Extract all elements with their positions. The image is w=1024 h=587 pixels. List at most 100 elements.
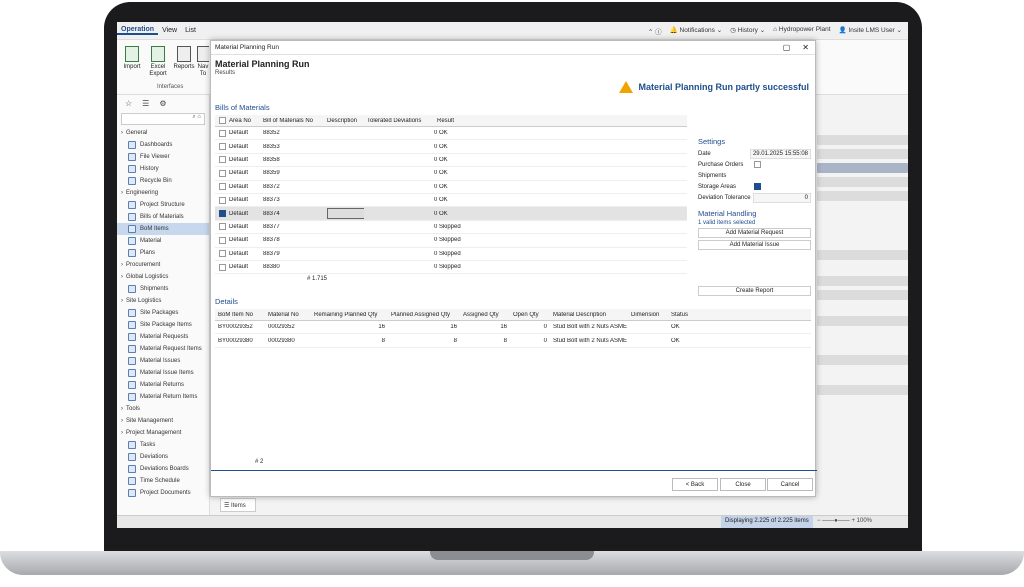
row-checkbox[interactable] bbox=[219, 223, 226, 231]
select-all-checkbox[interactable] bbox=[219, 117, 226, 124]
reports-button[interactable]: Reports bbox=[171, 46, 197, 71]
sidebar-section[interactable]: › Site Logistics bbox=[117, 295, 209, 307]
table-row[interactable]: BY00029352 00029352 16 16 16 0 Stud Bolt with … bbox=[215, 321, 811, 335]
sidebar-section[interactable]: › Engineering bbox=[117, 187, 209, 199]
table-row[interactable]: Default 88373 0 OK bbox=[215, 194, 687, 208]
table-row[interactable]: Default 88380 0 Skipped bbox=[215, 261, 687, 275]
sidebar-item[interactable]: Tasks bbox=[117, 439, 209, 451]
details-column-header[interactable]: Material No bbox=[265, 312, 311, 318]
table-row[interactable]: Default 88353 0 OK bbox=[215, 140, 687, 154]
sidebar-item[interactable]: Plans bbox=[117, 247, 209, 259]
bom-column-header[interactable]: Description bbox=[324, 118, 364, 124]
settings-icon[interactable]: ⚙ bbox=[159, 99, 166, 108]
maximize-icon[interactable]: ▢ bbox=[783, 43, 791, 52]
row-checkbox[interactable] bbox=[219, 236, 226, 244]
history-button[interactable]: ◷ History ⌄ bbox=[730, 26, 765, 36]
table-row[interactable]: Default 88372 0 OK bbox=[215, 181, 687, 194]
details-column-header[interactable]: Dimension bbox=[628, 312, 668, 318]
sidebar-search[interactable]: ⌕ ⌂ bbox=[121, 113, 205, 125]
sidebar-item[interactable]: Project Documents bbox=[117, 487, 209, 499]
sidebar-section[interactable]: › General bbox=[117, 127, 209, 139]
notifications-button[interactable]: 🔔 Notifications ⌄ bbox=[670, 26, 723, 36]
sidebar-item[interactable]: BoM Items bbox=[117, 223, 209, 235]
sidebar-item[interactable]: Deviations Boards bbox=[117, 463, 209, 475]
details-column-header[interactable]: Material Description bbox=[550, 312, 628, 318]
bom-column-header[interactable]: Result bbox=[434, 118, 468, 124]
sidebar-section[interactable]: › Project Management bbox=[117, 427, 209, 439]
row-checkbox[interactable] bbox=[219, 143, 226, 151]
plant-selector[interactable]: ⌂ Hydropower Plant bbox=[773, 26, 830, 36]
bom-count: # 1.715 bbox=[307, 276, 328, 283]
bom-column-header[interactable]: Bill of Materials No bbox=[260, 118, 324, 124]
table-row[interactable]: Default 88359 0 OK bbox=[215, 167, 687, 181]
bom-column-header[interactable]: Tolerated Deviations bbox=[364, 118, 434, 124]
row-checkbox[interactable] bbox=[219, 169, 226, 177]
details-column-header[interactable]: Status bbox=[668, 312, 698, 318]
sidebar-item[interactable]: Shipments bbox=[117, 283, 209, 295]
zoom-slider[interactable]: − ——●—— + 100% bbox=[817, 518, 872, 524]
items-tab[interactable]: ☰ Items bbox=[220, 498, 256, 512]
help-icon[interactable]: ⌃ ⓘ bbox=[648, 26, 662, 36]
row-checkbox[interactable] bbox=[219, 129, 226, 137]
sidebar-item[interactable]: Material bbox=[117, 235, 209, 247]
sidebar-item[interactable]: Material Requests bbox=[117, 331, 209, 343]
create-report-button[interactable]: Create Report bbox=[698, 286, 811, 296]
table-row[interactable]: Default 88352 0 OK bbox=[215, 127, 687, 141]
user-menu[interactable]: 👤 Insite LMS User ⌄ bbox=[839, 26, 902, 36]
excel-export-button[interactable]: Excel Export bbox=[145, 46, 171, 78]
sidebar-item[interactable]: Material Returns bbox=[117, 379, 209, 391]
close-icon[interactable]: ✕ bbox=[802, 43, 809, 52]
sidebar-item[interactable]: Site Package Items bbox=[117, 319, 209, 331]
list-icon[interactable]: ☰ bbox=[142, 99, 149, 108]
details-column-header[interactable]: Planned Assigned Qty bbox=[388, 312, 460, 318]
details-column-header[interactable]: Open Qty bbox=[510, 312, 550, 318]
sidebar-item[interactable]: Material Issues bbox=[117, 355, 209, 367]
row-checkbox[interactable] bbox=[219, 183, 226, 191]
sidebar-item[interactable]: Project Structure bbox=[117, 199, 209, 211]
close-button[interactable]: Close bbox=[720, 478, 766, 491]
add-material-request-button[interactable]: Add Material Request bbox=[698, 228, 811, 238]
menu-list[interactable]: List bbox=[181, 27, 200, 34]
sidebar-item[interactable]: Deviations bbox=[117, 451, 209, 463]
table-row[interactable]: Default 88379 0 Skipped bbox=[215, 248, 687, 261]
back-button[interactable]: < Back bbox=[672, 478, 718, 491]
import-button[interactable]: Import bbox=[119, 46, 145, 71]
tolerance-input[interactable]: 0 bbox=[753, 192, 811, 203]
sidebar-item[interactable]: Material Issue Items bbox=[117, 367, 209, 379]
nav-button[interactable]: Nav To bbox=[197, 46, 209, 78]
cancel-button[interactable]: Cancel bbox=[767, 478, 813, 491]
menu-operation[interactable]: Operation bbox=[117, 26, 159, 35]
details-column-header[interactable]: Assigned Qty bbox=[460, 312, 510, 318]
row-checkbox[interactable] bbox=[219, 263, 226, 271]
menu-view[interactable]: View bbox=[158, 27, 181, 34]
sidebar-item[interactable]: Dashboards bbox=[117, 139, 209, 151]
table-row[interactable]: BY00029380 00029380 8 8 8 0 Stud Bolt with 2 N… bbox=[215, 334, 811, 348]
star-icon[interactable]: ☆ bbox=[125, 99, 132, 108]
sidebar-section[interactable]: › Global Logistics bbox=[117, 271, 209, 283]
sidebar-item[interactable]: Time Schedule bbox=[117, 475, 209, 487]
row-checkbox[interactable] bbox=[219, 250, 226, 258]
table-row[interactable]: Default 88374 0 OK bbox=[215, 207, 687, 221]
table-row[interactable]: Default 88358 0 OK bbox=[215, 154, 687, 168]
storage-checkbox[interactable] bbox=[754, 183, 761, 190]
add-material-issue-button[interactable]: Add Material Issue bbox=[698, 240, 811, 250]
sidebar-item[interactable]: History bbox=[117, 163, 209, 175]
table-row[interactable]: Default 88378 0 Skipped bbox=[215, 234, 687, 248]
sidebar-section[interactable]: › Tools bbox=[117, 403, 209, 415]
details-column-header[interactable]: BoM Item No bbox=[215, 312, 265, 318]
details-column-header[interactable]: Remaining Planned Qty bbox=[311, 312, 388, 318]
sidebar-item[interactable]: Site Packages bbox=[117, 307, 209, 319]
sidebar-section[interactable]: › Procurement bbox=[117, 259, 209, 271]
row-checkbox[interactable] bbox=[219, 210, 226, 218]
sidebar-item[interactable]: Material Request Items bbox=[117, 343, 209, 355]
row-checkbox[interactable] bbox=[219, 196, 226, 204]
sidebar-item[interactable]: File Viewer bbox=[117, 151, 209, 163]
table-row[interactable]: Default 88377 0 Skipped bbox=[215, 221, 687, 235]
sidebar-item[interactable]: Bills of Materials bbox=[117, 211, 209, 223]
sidebar-section[interactable]: › Site Management bbox=[117, 415, 209, 427]
bom-column-header[interactable]: Area No bbox=[226, 118, 260, 124]
row-checkbox[interactable] bbox=[219, 156, 226, 164]
sidebar-item[interactable]: Material Return Items bbox=[117, 391, 209, 403]
sidebar-item[interactable]: Recycle Bin bbox=[117, 175, 209, 187]
po-checkbox[interactable] bbox=[754, 161, 761, 168]
